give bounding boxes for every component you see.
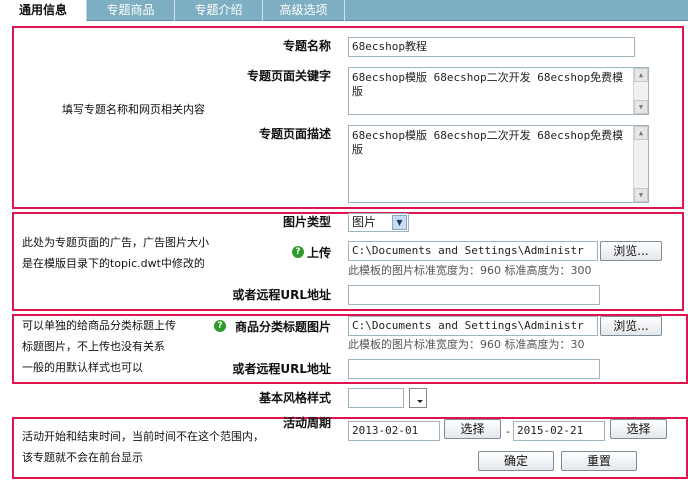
- topic-name-input[interactable]: 68ecshop教程: [348, 37, 635, 57]
- image-type-select[interactable]: 图片 ▼: [348, 213, 409, 232]
- reset-button[interactable]: 重置: [561, 451, 637, 471]
- image-type-label: 图片类型: [282, 215, 331, 229]
- base-style-input[interactable]: [348, 388, 404, 408]
- chevron-down-icon[interactable]: ▼: [392, 215, 407, 230]
- confirm-button[interactable]: 确定: [478, 451, 554, 471]
- description-label: 专题页面描述: [258, 127, 331, 141]
- select-end-date-button[interactable]: 选择: [610, 419, 667, 439]
- scroll-up-icon[interactable]: ▲: [634, 126, 648, 140]
- keywords-scrollbar[interactable]: ▲ ▼: [633, 68, 648, 114]
- image-type-value: 图片: [352, 215, 377, 229]
- period-separator: -: [506, 425, 510, 438]
- keywords-textarea[interactable]: 68ecshop模版 68ecshop二次开发 68ecshop免费模版 ▲ ▼: [348, 67, 649, 115]
- scroll-up-icon[interactable]: ▲: [634, 68, 648, 82]
- annotation-category-line1: 可以单独的给商品分类标题上传: [22, 319, 176, 332]
- description-scrollbar[interactable]: ▲ ▼: [633, 126, 648, 202]
- help-icon[interactable]: ?: [214, 320, 226, 332]
- description-text: 68ecshop模版 68ecshop二次开发 68ecshop免费模版: [352, 129, 624, 156]
- caret-down-icon: [417, 400, 423, 403]
- browse-button[interactable]: 浏览...: [600, 316, 662, 336]
- tab-advanced-options[interactable]: 高级选项: [263, 0, 345, 21]
- keywords-text: 68ecshop模版 68ecshop二次开发 68ecshop免费模版: [352, 71, 624, 98]
- category-remote-url-label: 或者远程URL地址: [232, 362, 331, 376]
- tab-bar: 通用信息 专题商品 专题介绍 高级选项: [0, 0, 688, 22]
- base-style-label: 基本风格样式: [258, 391, 331, 405]
- category-size-hint: 此模板的图片标准宽度为：960 标准高度为：30: [348, 338, 585, 351]
- tab-general-info[interactable]: 通用信息: [0, 0, 87, 22]
- category-remote-url-input[interactable]: [348, 359, 600, 379]
- help-icon[interactable]: ?: [292, 246, 304, 258]
- period-start-input[interactable]: 2013-02-01: [348, 421, 440, 441]
- topic-name-label: 专题名称: [282, 39, 331, 53]
- annotation-ad-line1: 此处为专题页面的广告，广告图片大小: [22, 236, 209, 249]
- tab-topic-goods[interactable]: 专题商品: [87, 0, 175, 21]
- keywords-label: 专题页面关键字: [246, 69, 331, 83]
- annotation-period-line2: 该专题就不会在前台显示: [22, 451, 143, 464]
- annotation-category-line2: 标题图片，不上传也没有关系: [22, 340, 165, 353]
- remote-url-input[interactable]: [348, 285, 600, 305]
- annotation-period-line1: 活动开始和结束时间，当前时间不在这个范围内，: [22, 430, 264, 443]
- color-picker-button[interactable]: [409, 388, 427, 408]
- description-textarea[interactable]: 68ecshop模版 68ecshop二次开发 68ecshop免费模版 ▲ ▼: [348, 125, 649, 203]
- upload-size-hint: 此模板的图片标准宽度为：960 标准高度为：300: [348, 264, 592, 277]
- browse-button[interactable]: 浏览...: [600, 241, 662, 261]
- category-title-image-label: 商品分类标题图片: [234, 320, 331, 334]
- remote-url-label: 或者远程URL地址: [232, 288, 331, 302]
- tab-topic-intro[interactable]: 专题介绍: [175, 0, 263, 21]
- period-end-input[interactable]: 2015-02-21: [513, 421, 605, 441]
- scroll-down-icon[interactable]: ▼: [634, 100, 648, 114]
- period-label: 活动周期: [282, 416, 331, 430]
- upload-label: 上传: [306, 246, 331, 260]
- category-title-file-input[interactable]: C:\Documents and Settings\Administr: [348, 316, 598, 336]
- annotation-category-line3: 一般的用默认样式也可以: [22, 361, 143, 374]
- annotation-name-section: 填写专题名称和网页相关内容: [62, 103, 205, 116]
- annotation-ad-line2: 是在模版目录下的topic.dwt中修改的: [22, 257, 205, 270]
- upload-file-input[interactable]: C:\Documents and Settings\Administr: [348, 241, 598, 261]
- scroll-down-icon[interactable]: ▼: [634, 188, 648, 202]
- select-start-date-button[interactable]: 选择: [444, 419, 501, 439]
